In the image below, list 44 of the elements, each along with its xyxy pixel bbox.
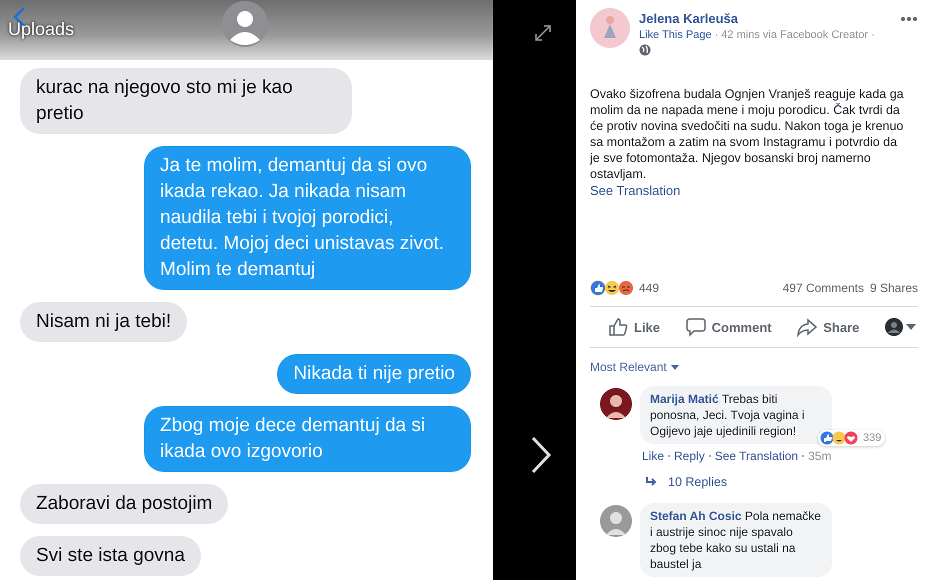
more-icon[interactable] bbox=[900, 16, 918, 22]
like-page-link[interactable]: Like This Page bbox=[639, 29, 712, 41]
comment-button[interactable]: Comment bbox=[684, 313, 774, 341]
comment-reactions[interactable]: 339 bbox=[818, 430, 886, 446]
commenter-avatar-icon[interactable] bbox=[600, 388, 632, 420]
comment-text: Marija Matić Trebas biti ponosna, Jeci. Tvoja vagina i Ogijevo jaje ujedinili region! bbox=[640, 386, 832, 444]
album-title[interactable]: Uploads bbox=[8, 19, 74, 40]
comment-action-link[interactable]: See Translation bbox=[714, 449, 798, 463]
comment-action-link[interactable]: Reply bbox=[674, 449, 705, 463]
replies-link[interactable]: 10 Replies bbox=[646, 475, 832, 489]
reply-arrow-icon bbox=[646, 477, 658, 487]
sort-dropdown[interactable]: Most Relevant bbox=[590, 360, 679, 374]
comment-time[interactable]: 35m bbox=[808, 449, 832, 463]
speech-bubble-icon bbox=[686, 317, 706, 337]
reaction-count[interactable]: 449 bbox=[639, 281, 660, 295]
caret-icon bbox=[670, 364, 679, 370]
expand-icon[interactable] bbox=[533, 23, 553, 43]
received-message: Nisam ni ja tebi! bbox=[20, 302, 188, 342]
commenter-name[interactable]: Stefan Ah Cosic bbox=[650, 509, 742, 523]
thumbs-up-icon bbox=[608, 317, 628, 337]
commenter-name[interactable]: Marija Matić bbox=[650, 392, 719, 406]
reactions-icon[interactable] bbox=[590, 280, 636, 296]
received-message: Svi ste ista govna bbox=[20, 536, 201, 576]
see-translation-link[interactable]: See Translation bbox=[590, 183, 680, 198]
sent-message: Ja te molim, demantuj da si ovo ikada rekao. Ja nikada nisam naudila tebi i tvojoj porodici, detetu. Mojoj deci unistavas zivot. Molim te demantuj bbox=[144, 146, 471, 290]
globe-icon bbox=[639, 44, 651, 56]
comments-count[interactable]: 497 Comments bbox=[782, 281, 864, 295]
comment-action-link[interactable]: Like bbox=[642, 449, 664, 463]
caret-icon bbox=[906, 324, 916, 330]
post-text: Ovako šizofrena budala Ognjen Vranješ reaguje kada ga molim da ne napada mene i moju porodicu. Čak tvrdi da će protiv novina svedočiti na sudu. Nakon toga je krenuo sa montažom a zatim na svom Instagramu i potvrdio da je sve fotomontaža. Njegov bosanski broj namerno ostavljam. bbox=[590, 86, 905, 182]
share-arrow-icon bbox=[797, 317, 818, 337]
received-message: Zaboravi da postojim bbox=[20, 484, 228, 524]
reactions-icon bbox=[820, 431, 860, 445]
sent-message: Zbog moje dece demantuj da si ikada ovo izgovorio bbox=[144, 406, 471, 472]
sent-message: Nikada ti nije pretio bbox=[277, 354, 471, 394]
share-button[interactable]: Share bbox=[795, 313, 862, 341]
author-name[interactable]: Jelena Karleuša bbox=[639, 11, 891, 26]
post-meta: · 42 mins via Facebook Creator · bbox=[714, 29, 875, 41]
profile-avatar-icon bbox=[884, 318, 903, 336]
contact-avatar-icon bbox=[221, 0, 269, 48]
comment-text: Stefan Ah Cosic Pola nemačke i austrije sinoc nije spavalo zbog tebe kako su ustali na baustel ja bbox=[640, 503, 832, 577]
like-button[interactable]: Like bbox=[606, 313, 662, 341]
shares-count[interactable]: 9 Shares bbox=[870, 281, 918, 295]
received-message: kurac na njegovo sto mi je kao pretio bbox=[20, 68, 352, 134]
